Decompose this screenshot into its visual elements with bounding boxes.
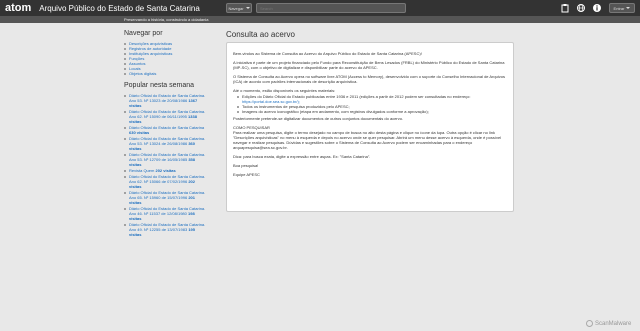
system-text: O Sistema de Consulta ao Acervo opera no… xyxy=(233,74,505,84)
watermark-text: ScanMalware xyxy=(595,320,632,327)
browse-item-label[interactable]: Objetos digitais xyxy=(129,71,156,76)
bullet-icon xyxy=(124,111,126,113)
popular-item[interactable]: Diário Oficial do Estado de Santa Catari… xyxy=(124,206,220,221)
globe-icon[interactable] xyxy=(576,3,586,13)
browse-list: Descrições arquivísticas Registros de au… xyxy=(124,41,220,76)
bullet-icon xyxy=(124,72,126,75)
bullet-icon xyxy=(124,138,126,140)
signature-text: Equipe APESC xyxy=(233,172,260,177)
shield-icon xyxy=(586,320,593,327)
popular-list: Diário Oficial do Estado de Santa Catari… xyxy=(124,93,220,237)
popular-item[interactable]: Diário Oficial do Estado de Santa Catari… xyxy=(124,222,220,237)
watermark: ScanMalware xyxy=(586,320,631,327)
logo-text[interactable]: atom xyxy=(5,2,31,14)
bullet-icon xyxy=(237,106,239,108)
subheader: Preservando a história, construindo a ci… xyxy=(0,16,640,23)
bullet-icon xyxy=(237,96,239,98)
browse-menu-label: Navegar xyxy=(228,5,244,11)
browse-title: Navegar por xyxy=(124,30,163,37)
bullet-icon xyxy=(124,127,126,129)
bullet-icon xyxy=(237,111,239,113)
popular-title: Popular nesta semana xyxy=(124,82,195,89)
materials-list: Edições do Diário Oficial do Estado publ… xyxy=(233,94,507,114)
sidebar: Navegar por Descrições arquivísticas Reg… xyxy=(124,30,220,238)
content-box: Bem-vindos ao Sistema de Consulta ao Ace… xyxy=(226,42,514,212)
bullet-icon xyxy=(124,224,126,226)
info-icon[interactable] xyxy=(592,3,602,13)
popular-item[interactable]: Diário Oficial do Estado de Santa Catari… xyxy=(124,152,220,167)
bullet-icon xyxy=(124,170,126,172)
bullet-icon xyxy=(124,95,126,97)
bullet-icon xyxy=(124,176,126,178)
chevron-down-icon xyxy=(245,7,250,9)
login-label: Entrar xyxy=(613,5,625,11)
popular-item[interactable]: Diário Oficial do Estado de Santa Catari… xyxy=(124,136,220,151)
site-name[interactable]: Arquivo Público do Estado de Santa Catar… xyxy=(39,4,200,13)
popular-item-visits: 202 visitas xyxy=(155,168,176,173)
browse-item-objetos[interactable]: Objetos digitais xyxy=(124,71,220,76)
bullet-icon xyxy=(124,57,126,60)
page-title: Consulta ao acervo xyxy=(226,30,295,39)
tagline: Preservando a história, construindo a ci… xyxy=(124,17,209,22)
search-input[interactable] xyxy=(256,3,406,13)
closing-text: Boa pesquisa! xyxy=(233,163,259,168)
atom-logo[interactable]: atom xyxy=(0,0,31,16)
popular-item-title[interactable]: Revista Quem xyxy=(129,168,154,173)
materials-intro: Até o momento, estão disponíveis os segu… xyxy=(233,88,336,93)
welcome-text: Bem-vindos ao Sistema de Consulta ao Ace… xyxy=(233,51,422,56)
popular-item[interactable]: Revista Quem 202 visitas xyxy=(124,168,220,173)
bullet-icon xyxy=(124,42,126,45)
bullet-icon xyxy=(124,154,126,156)
list-item: Imagens do acervo iconográfico (etapa em… xyxy=(237,109,507,114)
bullet-icon xyxy=(124,67,126,70)
clipboard-icon[interactable] xyxy=(560,3,570,13)
project-text: A iniciativa é parte de um projeto finan… xyxy=(233,60,505,70)
browse-menu-button[interactable]: Navegar xyxy=(226,3,252,13)
bullet-icon xyxy=(124,208,126,210)
chevron-down-icon xyxy=(626,7,631,9)
popular-item[interactable]: Diário Oficial do Estado de Santa Catari… xyxy=(124,190,220,205)
future-text: Posteriormente pretende-se digitalizar d… xyxy=(233,116,404,121)
bullet-icon xyxy=(124,52,126,55)
how-to-text: Para realizar uma pesquisa, digite o ter… xyxy=(233,130,502,150)
login-button[interactable]: Entrar xyxy=(609,3,635,13)
tip-text: Dica: para busca exata, digite a express… xyxy=(233,154,371,159)
bullet-icon xyxy=(124,192,126,194)
bullet-icon xyxy=(124,47,126,50)
popular-item[interactable]: Diário Oficial do Estado de Santa Catari… xyxy=(124,109,220,124)
bullet-icon xyxy=(124,62,126,65)
popular-item[interactable]: Diário Oficial do Estado de Santa Catari… xyxy=(124,174,220,189)
list-item-text: Imagens do acervo iconográfico (etapa em… xyxy=(242,109,429,114)
popular-item-visits: 630 visitas xyxy=(129,130,150,135)
list-item: Edições do Diário Oficial do Estado publ… xyxy=(237,94,507,104)
popular-item[interactable]: Diário Oficial do Estado de Santa Catari… xyxy=(124,125,220,135)
popular-item[interactable]: Diário Oficial do Estado de Santa Catari… xyxy=(124,93,220,108)
